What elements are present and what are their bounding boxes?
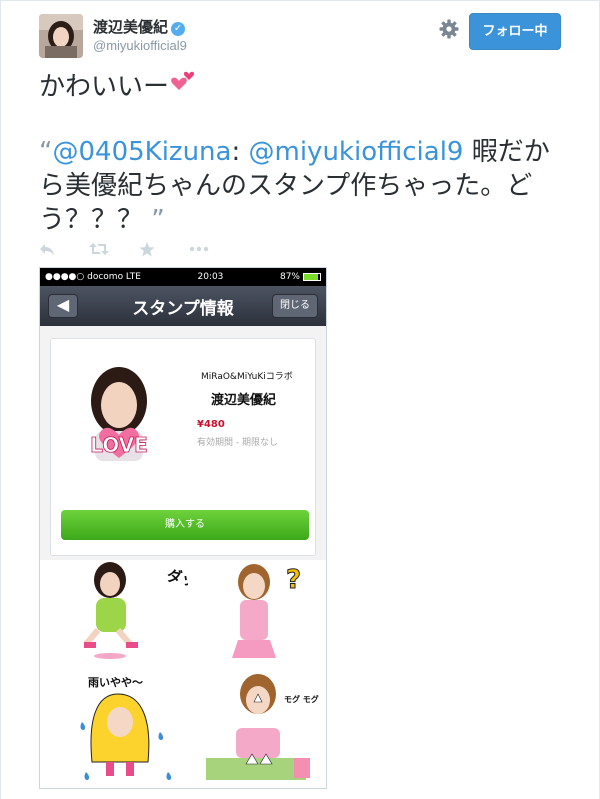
mention-link-miyuki[interactable]: @miyukiofficial9: [249, 137, 464, 167]
mention-link-kizuna[interactable]: @0405Kizuna: [52, 137, 231, 167]
raincoat-sticker: 雨いやや〜: [78, 672, 188, 788]
battery-fill: [304, 274, 318, 280]
dash-sticker: ダッシュ!!: [78, 560, 241, 670]
display-name-text: 渡辺美優紀: [93, 18, 169, 36]
sticker-name: 渡辺美優紀: [211, 393, 277, 408]
sticker-price: ¥480: [197, 419, 225, 430]
back-button: ◀: [48, 294, 78, 318]
more-icon[interactable]: [189, 239, 239, 259]
buy-button: 購入する: [61, 510, 309, 540]
user-handle[interactable]: @miyukiofficial9: [93, 38, 187, 53]
carrier-text: ●●●●○ docomo LTE: [45, 272, 141, 282]
tweet-card: 渡辺美優紀 ✓ @miyukiofficial9 フォロー中 かわいいー “@0…: [0, 0, 600, 799]
retweet-icon[interactable]: [89, 239, 139, 259]
tweet-text: かわいいー: [39, 72, 170, 102]
love-text: LOVE: [90, 433, 148, 457]
sticker-grid: ダッシュ!! ? 雨いやや〜 モグ モグ: [40, 560, 326, 788]
eating-sticker: モグ モグ モグ: [200, 672, 326, 788]
product-card: LOVE MiRaO&MiYuKiコラボ 渡辺美優紀 ¥480 有効期間 - 期…: [50, 338, 316, 556]
dash-caption: ダッシュ!!: [165, 566, 188, 599]
phone-status-bar: ●●●●○ docomo LTE 20:03 87%: [40, 268, 326, 286]
colon-text: :: [231, 137, 249, 167]
verified-badge-icon: ✓: [171, 22, 186, 36]
close-button: 閉じる: [272, 294, 318, 318]
battery-icon: [303, 273, 321, 281]
app-nav-bar: ◀ スタンプ情報 閉じる: [40, 286, 326, 326]
favorite-icon[interactable]: [139, 239, 189, 259]
display-name[interactable]: 渡辺美優紀 ✓: [93, 16, 186, 37]
tweet-photo[interactable]: ●●●●○ docomo LTE 20:03 87% ◀ スタンプ情報 閉じる …: [39, 267, 327, 789]
rain-caption: 雨いやや〜: [88, 676, 143, 689]
question-sticker: ?: [220, 560, 320, 670]
avatar[interactable]: [39, 14, 83, 58]
gear-icon[interactable]: [438, 18, 460, 40]
quote-open: “: [39, 137, 53, 167]
status-time: 20:03: [197, 272, 224, 282]
collab-title: MiRaO&MiYuKiコラボ: [201, 372, 293, 382]
tweet-text-line1: かわいいー: [39, 69, 199, 106]
tweet-quote-text: “@0405Kizuna: @miyukiofficial9 暇だから美優紀ちゃ…: [39, 135, 559, 237]
two-hearts-icon: [169, 69, 199, 106]
eating-caption: モグ モグ モグ: [284, 694, 320, 704]
reply-icon[interactable]: [39, 239, 89, 259]
sticker-expiry: 有効期間 - 期限なし: [197, 438, 278, 448]
avatar-image: [39, 14, 83, 58]
battery-percent: 87%: [279, 272, 300, 282]
tweet-actions: [39, 239, 239, 259]
love-sticker: LOVE: [73, 353, 165, 465]
battery-indicator: 87%: [280, 272, 321, 282]
following-button[interactable]: フォロー中: [469, 13, 561, 50]
question-caption: ?: [286, 565, 301, 595]
quote-close: ”: [143, 205, 165, 235]
